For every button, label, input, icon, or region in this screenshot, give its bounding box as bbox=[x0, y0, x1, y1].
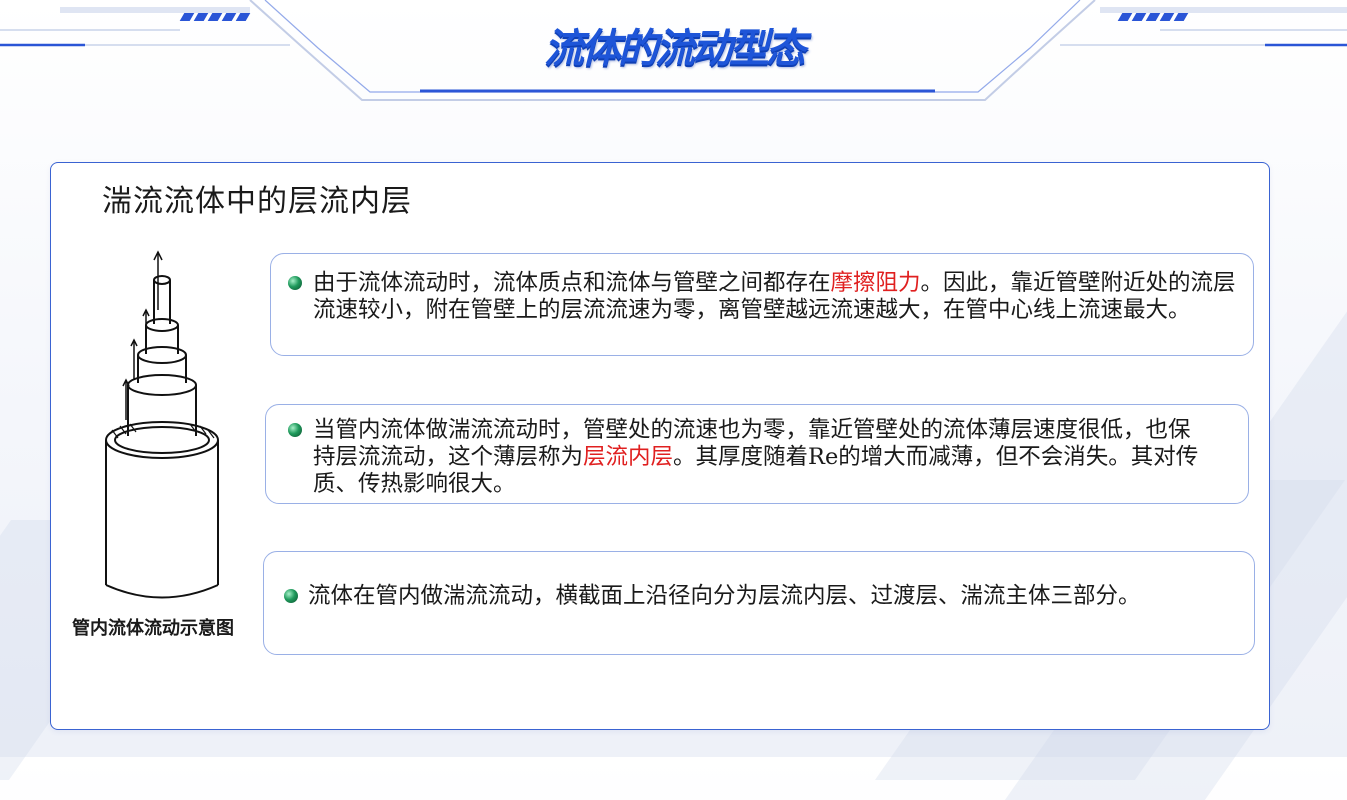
green-bullet-icon bbox=[288, 276, 302, 290]
card-1-highlight: 摩擦阻力 bbox=[830, 270, 921, 296]
green-bullet-icon bbox=[284, 589, 298, 603]
pipe-flow-diagram bbox=[105, 250, 219, 599]
card-2-text: 当管内流体做湍流流动时，管壁处的流速也为零，靠近管壁处的流体薄层速度很低，也保持… bbox=[313, 417, 1203, 498]
card-3-text: 流体在管内做湍流流动，横截面上沿径向分为层流内层、过渡层、湍流主体三部分。 bbox=[308, 583, 1213, 610]
panel-title: 湍流流体中的层流内层 bbox=[102, 184, 412, 219]
card-3-text-pre: 流体在管内做湍流流动，横截面上沿径向分为层流内层、过渡层、湍流主体三部分。 bbox=[308, 583, 1141, 609]
page-title: 流体的流动型态 bbox=[544, 26, 806, 72]
card-1-text: 由于流体流动时，流体质点和流体与管壁之间都存在摩擦阻力。因此，靠近管壁附近处的流… bbox=[313, 270, 1238, 324]
card-2-highlight: 层流内层 bbox=[583, 444, 674, 470]
header: 流体的流动型态 bbox=[0, 0, 1347, 110]
green-bullet-icon bbox=[288, 423, 302, 437]
card-1-text-pre: 由于流体流动时，流体质点和流体与管壁之间都存在 bbox=[313, 270, 831, 296]
figure-caption: 管内流体流动示意图 bbox=[72, 618, 234, 639]
